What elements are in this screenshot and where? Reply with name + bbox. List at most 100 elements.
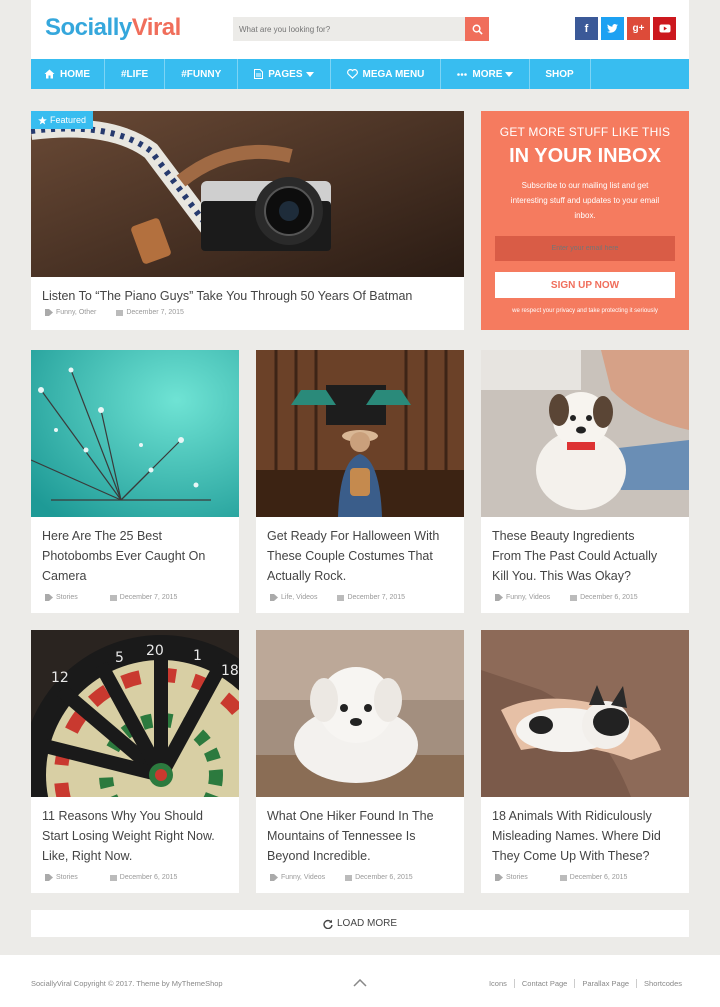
date-text: December 7, 2015 [347,594,406,601]
footer-link-contact-page[interactable]: Contact Page [513,979,574,988]
featured-badge: Featured [31,111,94,129]
calendar-icon [116,310,124,316]
calendar-icon [109,595,117,601]
facebook-icon[interactable]: f [575,17,598,40]
post-meta: Funny, Other December 7, 2015 [45,309,184,316]
post-title-line: Photobombs Ever Caught On [42,549,206,563]
featured-post[interactable]: Featured Listen To “The Piano Guys” Take… [31,111,464,330]
nav-item-home[interactable]: HOME [31,59,105,89]
nav-item-pages[interactable]: PAGES [238,59,331,89]
newsletter-widget: GET MORE STUFF LIKE THIS IN YOUR INBOX S… [481,111,689,330]
post-meta: Funny, Videos December 6, 2015 [495,594,638,601]
post-categories: Stories [495,874,528,881]
calendar-icon [109,875,117,881]
caret-down-icon [305,71,314,77]
post-image-dartboard: 5 20 1 18 12 [31,630,239,797]
post-card[interactable]: Get Ready For Halloween With These Coupl… [256,350,464,613]
post-image-cafe [256,350,464,517]
post-date: December 6, 2015 [345,874,413,881]
footer-link-icons[interactable]: Icons [482,979,514,988]
search-button[interactable] [465,17,489,41]
post-card[interactable]: Here Are The 25 Best Photobombs Ever Cau… [31,350,239,613]
chevron-up-icon [353,978,367,987]
featured-title[interactable]: Listen To “The Piano Guys” Take You Thro… [42,286,412,306]
post-title-line: 11 Reasons Why You Should [42,809,203,823]
post-title-line: Kill You. This Was Okay? [492,569,631,583]
post-date: December 6, 2015 [559,874,627,881]
categories-text[interactable]: Funny, Videos [281,874,325,881]
nav-label: MEGA MENU [362,68,425,80]
post-title[interactable]: Here Are The 25 Best Photobombs Ever Cau… [42,526,205,586]
svg-text:20: 20 [146,643,164,659]
post-meta: Stories December 6, 2015 [495,874,627,881]
nav-item-funny[interactable]: #FUNNY [165,59,239,89]
site-logo[interactable]: SociallyViral [45,14,181,42]
post-title-line: Start Losing Weight Right Now. [42,829,215,843]
star-icon [38,115,47,125]
search-bar [233,17,489,41]
post-title-line: Mountains of Tennessee Is [267,829,416,843]
nav-item-more[interactable]: MORE [441,59,531,89]
calendar-icon [337,595,345,601]
categories-text[interactable]: Stories [56,874,78,881]
post-card[interactable]: What One Hiker Found In The Mountains of… [256,630,464,893]
post-title[interactable]: These Beauty Ingredients From The Past C… [492,526,657,586]
search-icon [472,24,483,35]
nav-label: MORE [472,68,503,80]
categories-text[interactable]: Funny, Videos [506,594,550,601]
logo-part-viral: Viral [131,14,182,41]
post-title-line: What One Hiker Found In The [267,809,434,823]
footer-link-parallax-page[interactable]: Parallax Page [574,979,636,988]
youtube-icon[interactable] [653,17,676,40]
caret-down-icon [505,71,514,77]
tag-icon [45,594,53,601]
post-card[interactable]: These Beauty Ingredients From The Past C… [481,350,689,613]
svg-text:1: 1 [193,648,202,664]
calendar-icon [559,875,567,881]
tag-icon [45,309,53,316]
email-field[interactable] [495,236,675,261]
categories-text[interactable]: Stories [56,594,78,601]
categories-text[interactable]: Stories [506,874,528,881]
post-title[interactable]: 11 Reasons Why You Should Start Losing W… [42,806,215,866]
post-image-french-bulldog [481,630,689,797]
footer-link-shortcodes[interactable]: Shortcodes [636,979,689,988]
categories-text[interactable]: Funny, Other [56,309,96,316]
post-title-line: These Beauty Ingredients [492,529,635,543]
post-card[interactable]: 18 Animals With Ridiculously Misleading … [481,630,689,893]
nav-item-mega-menu[interactable]: MEGA MENU [331,59,442,89]
post-date: December 7, 2015 [337,594,405,601]
post-image-dandelion [31,350,239,517]
scroll-top-button[interactable] [353,974,367,992]
google-plus-icon[interactable]: g+ [627,17,650,40]
post-title-line: Beyond Incredible. [267,849,371,863]
post-meta: Stories December 6, 2015 [45,874,177,881]
post-date: December 7, 2015 [116,309,184,316]
load-more-button[interactable]: LOAD MORE [31,910,689,937]
newsletter-text: Subscribe to our mailing list and get in… [510,181,660,220]
nav-item-shop[interactable]: SHOP [530,59,591,89]
tag-icon [270,874,278,881]
post-title[interactable]: 18 Animals With Ridiculously Misleading … [492,806,661,866]
footer-links: Icons Contact Page Parallax Page Shortco… [482,979,689,988]
categories-text[interactable]: Life, Videos [281,594,317,601]
post-title-line: They Come Up With These? [492,849,650,863]
nav-label: SHOP [545,68,574,80]
post-title-line: From The Past Could Actually [492,549,658,563]
date-text: December 6, 2015 [355,874,413,881]
post-date: December 6, 2015 [570,594,638,601]
load-more-label: LOAD MORE [336,918,397,929]
search-input[interactable] [233,17,459,41]
post-card[interactable]: 5 20 1 18 12 11 Reasons Why You Should Start… [31,630,239,893]
sign-up-button[interactable]: SIGN UP NOW [495,272,675,298]
twitter-icon[interactable] [601,17,624,40]
post-categories: Funny, Videos [495,594,550,601]
nav-item-life[interactable]: #LIFE [105,59,166,89]
post-title[interactable]: What One Hiker Found In The Mountains of… [267,806,434,866]
post-categories: Funny, Videos [270,874,325,881]
tag-icon [270,594,278,601]
newsletter-heading-small: GET MORE STUFF LIKE THIS [499,125,671,139]
newsletter-heading-large: IN YOUR INBOX [509,145,661,167]
post-date: December 7, 2015 [109,594,177,601]
post-title[interactable]: Get Ready For Halloween With These Coupl… [267,526,439,586]
